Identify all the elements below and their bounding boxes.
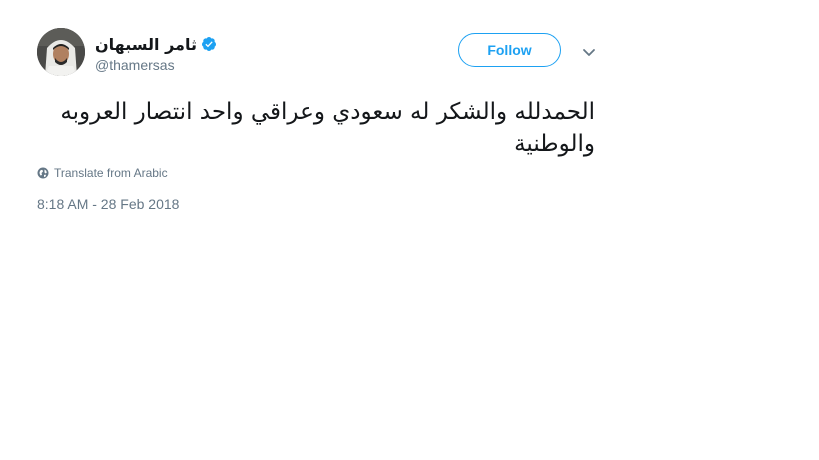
avatar[interactable] [37, 28, 85, 76]
user-handle[interactable]: @thamersas [95, 57, 217, 73]
follow-button[interactable]: Follow [458, 33, 561, 67]
tweet-timestamp[interactable]: 8:18 AM - 28 Feb 2018 [37, 196, 179, 212]
translate-label: Translate from Arabic [54, 166, 168, 180]
name-row: ثامر السبهان [95, 32, 217, 56]
profile-photo-icon [37, 28, 85, 76]
verified-badge-icon [201, 36, 217, 52]
author-info[interactable]: ثامر السبهان @thamersas [95, 32, 217, 73]
chevron-down-icon[interactable] [579, 42, 599, 62]
display-name[interactable]: ثامر السبهان [95, 35, 197, 54]
tweet-text: الحمدلله والشكر له سعودي وعراقي واحد انت… [60, 99, 595, 157]
translate-link[interactable]: Translate from Arabic [37, 166, 168, 180]
globe-icon [37, 167, 49, 179]
